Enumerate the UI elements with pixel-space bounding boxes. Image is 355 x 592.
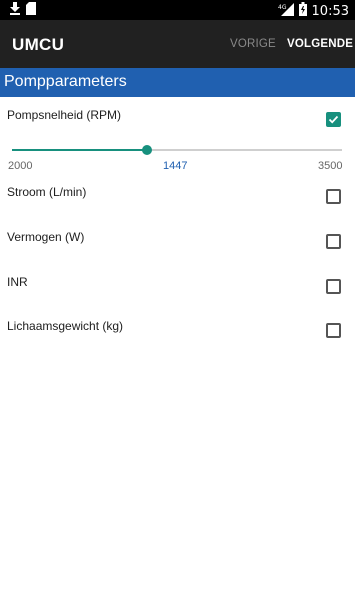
param-label-inr: INR (7, 275, 28, 289)
signal-icon: 4G (278, 2, 294, 21)
checkbox-power[interactable] (326, 234, 341, 249)
param-label-flow: Stroom (L/min) (7, 185, 87, 199)
svg-text:4G: 4G (278, 4, 287, 11)
slider-thumb[interactable] (142, 145, 153, 155)
checkbox-pump-speed[interactable] (326, 112, 341, 127)
param-label-power: Vermogen (W) (7, 230, 85, 244)
slider-fill (12, 149, 148, 151)
sd-card-icon (26, 2, 36, 20)
checkbox-flow[interactable] (326, 189, 341, 204)
section-header: Pompparameters (0, 68, 355, 97)
app-bar: UMCU VORIGE VOLGENDE (0, 20, 355, 68)
battery-icon (298, 2, 307, 21)
app-title: UMCU (12, 35, 65, 54)
slider-min-label: 2000 (8, 160, 33, 172)
param-label-pump-speed: Pompsnelheid (RPM) (7, 108, 122, 122)
status-time: 10:53 (311, 3, 349, 19)
section-title: Pompparameters (4, 73, 127, 90)
previous-button[interactable]: VORIGE (230, 38, 276, 50)
slider-max-label: 3500 (318, 160, 343, 172)
check-icon (328, 115, 339, 124)
download-icon (10, 2, 20, 20)
checkbox-inr[interactable] (326, 279, 341, 294)
param-label-body-weight: Lichaamsgewicht (kg) (7, 319, 124, 333)
pump-speed-slider[interactable] (12, 145, 342, 155)
checkbox-body-weight[interactable] (326, 323, 341, 338)
next-button[interactable]: VOLGENDE (287, 38, 353, 50)
status-bar: 4G 10:53 (0, 0, 355, 20)
slider-value-label: 1447 (163, 160, 188, 172)
